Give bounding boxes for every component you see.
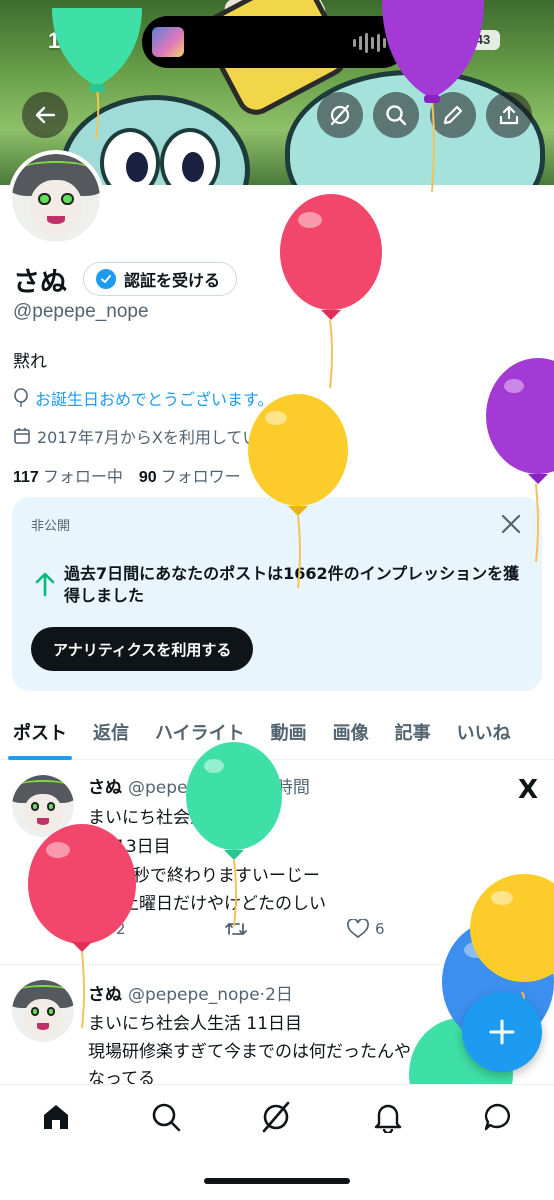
reply-button[interactable]: 2 [88,919,126,939]
tab-replies[interactable]: 返信 [80,704,142,760]
tab-highlights[interactable]: ハイライト [142,704,258,760]
now-playing-thumbnail [152,27,184,57]
dynamic-island[interactable] [142,16,408,68]
battery-indicator: 43 [466,30,500,50]
search-icon [152,1103,181,1132]
search-button[interactable] [373,92,419,138]
post-header: さぬ @pepepe_nope·2日 [88,985,293,1005]
joined-text: 2017年7月からXを利用しています [37,428,291,447]
home-icon [44,1105,68,1129]
grok-icon [330,104,350,126]
nav-home[interactable] [38,1099,74,1135]
profile-avatar[interactable] [8,150,104,246]
chevron-right-icon: › [296,426,303,446]
post-text-line: 8時間秒で終わりますいーじー [88,866,320,886]
status-time: 18:29 [48,28,105,53]
home-indicator [204,1178,350,1184]
share-icon [499,105,519,125]
share-button[interactable] [486,92,532,138]
balloon-icon [14,388,28,407]
close-icon[interactable] [498,511,524,537]
post-avatar[interactable] [12,775,74,837]
messages-icon [484,1103,510,1131]
post-text-line: まいにち社会人生活 [88,808,241,828]
tab-posts[interactable]: ポスト [0,704,80,760]
repost-button[interactable] [224,919,248,939]
wifi-icon [432,28,458,48]
grok-button[interactable] [317,92,363,138]
post-text-line: 現場研修楽すぎて今までのは何だったんや [88,1042,411,1062]
balloon-decoration [280,194,382,389]
audio-wave-icon [353,32,392,54]
post-text-line: 休み土曜日だけやけどたのしい [88,894,326,914]
tab-likes[interactable]: いいね [444,704,524,760]
birthday-row: お誕生日おめでとうございます。 [13,386,273,410]
pencil-icon [443,105,463,125]
profile-name: さぬ [13,267,67,298]
impressions-message: 過去7日間にあなたのポストは1662件のインプレッションを獲得しました [64,564,520,605]
analytics-button[interactable]: アナリティクスを利用する [31,627,254,671]
get-verified-button[interactable]: 認証を受ける [83,262,238,296]
x-logo-icon: X [517,775,538,805]
get-verified-label: 認証を受ける [124,271,221,290]
post-item[interactable]: さぬ @pepepe_nope·7時間 X まいにち社会人生活 12,13日目 8… [0,761,554,965]
repost-icon [225,923,248,935]
heart-icon [347,919,369,939]
private-analytics-card: 非公開 過去7日間にあなたのポストは1662件のインプレッションを獲得しました … [12,497,542,691]
edit-button[interactable] [430,92,476,138]
nav-search[interactable] [148,1099,184,1135]
follow-stats: 117 フォロー中 90 フォロワー [13,463,241,487]
private-label: 非公開 [31,519,71,534]
post-text-line: 12,13日目 [88,837,171,857]
profile-handle: @pepepe_nope [13,301,149,322]
status-bar: 18:29 43 [0,0,554,80]
nav-notifications[interactable] [370,1099,406,1135]
grok-icon [262,1101,290,1133]
tab-images[interactable]: 画像 [320,704,382,760]
tab-videos[interactable]: 動画 [258,704,320,760]
post-actions: 2 6 113 [88,919,538,939]
back-button[interactable] [22,92,68,138]
nav-messages[interactable] [480,1099,516,1135]
avatar-image [12,154,100,242]
verified-badge-icon [96,269,116,289]
bell-icon [374,1104,402,1133]
arrow-up-icon [35,572,55,597]
post-text-line: まいにち社会人生活 11日目 [88,1014,303,1034]
following-link[interactable]: 117 フォロー中 [13,463,123,487]
followers-link[interactable]: 90 フォロワー [139,463,241,487]
nav-grok[interactable] [258,1099,294,1135]
tab-articles[interactable]: 記事 [382,704,444,760]
calendar-icon [14,428,30,444]
like-button[interactable]: 6 [347,919,385,939]
views-chart-icon [485,922,503,938]
views-button[interactable]: 113 [483,919,538,939]
arrow-left-icon [35,106,56,124]
compose-post-button[interactable] [462,992,542,1072]
profile-bio: 黙れ [13,352,47,372]
post-header: さぬ @pepepe_nope·7時間 [88,778,310,798]
birthday-text: お誕生日おめでとうございます。 [35,390,274,409]
plus-icon [489,1019,515,1045]
reply-icon [88,921,110,939]
profile-tabs: ポスト 返信 ハイライト 動画 画像 記事 いいね [0,704,554,760]
post-avatar[interactable] [12,980,74,1042]
joined-row[interactable]: 2017年7月からXを利用しています › [13,424,303,448]
search-icon [386,105,407,126]
